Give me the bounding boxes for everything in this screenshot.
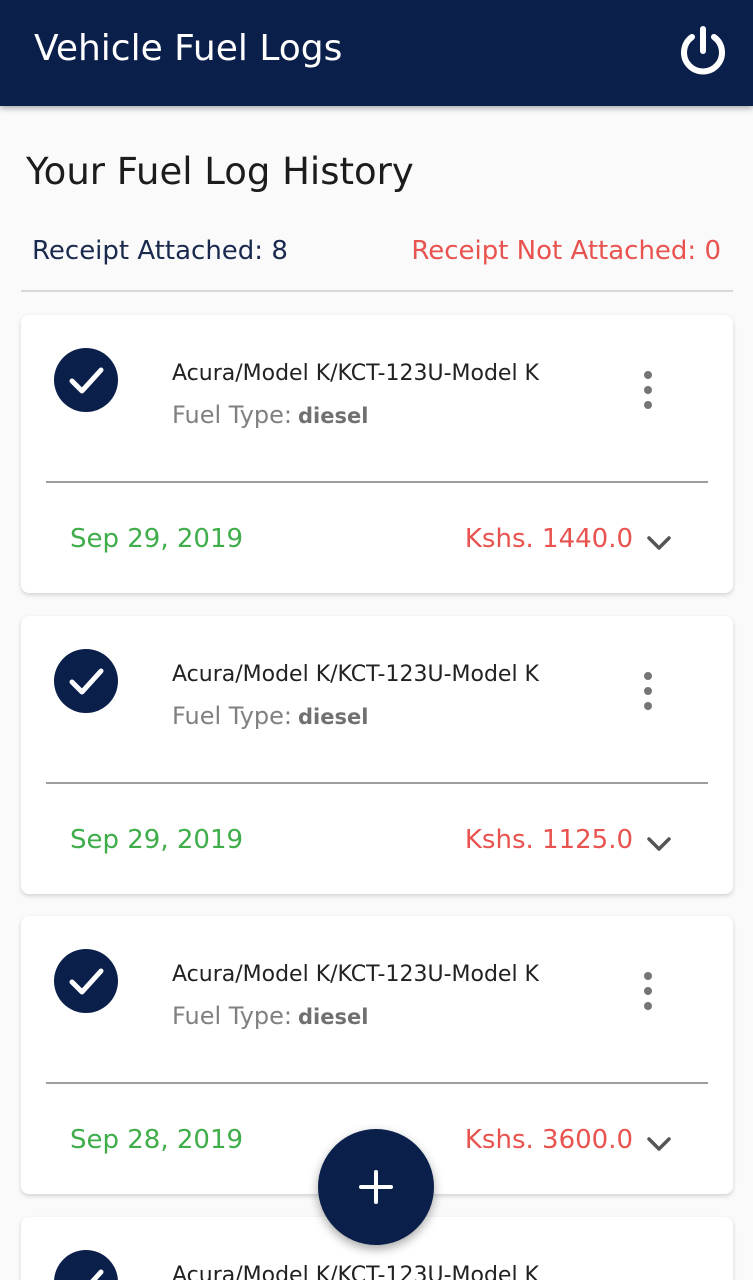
more-options-icon[interactable] <box>633 668 663 714</box>
chevron-down-icon[interactable] <box>643 527 675 559</box>
add-log-button[interactable] <box>318 1129 434 1245</box>
receipt-not-attached-count: Receipt Not Attached: 0 <box>411 236 721 266</box>
check-icon <box>54 1250 118 1280</box>
chevron-down-icon[interactable] <box>643 828 675 860</box>
fuel-type-label: Fuel Type: <box>172 1002 292 1030</box>
check-icon <box>54 949 118 1013</box>
check-icon <box>54 649 118 713</box>
card-divider <box>46 481 708 483</box>
fuel-type-label: Fuel Type: <box>172 702 292 730</box>
fuel-type-value: diesel <box>297 705 369 729</box>
vehicle-name: Acura/Model K/KCT-123U-Model K <box>172 662 539 687</box>
app-bar: Vehicle Fuel Logs <box>0 0 753 106</box>
log-date: Sep 29, 2019 <box>70 524 244 554</box>
page-title: Your Fuel Log History <box>26 150 414 193</box>
fuel-log-card[interactable]: Acura/Model K/KCT-123U-Model K Fuel Type… <box>21 315 733 593</box>
log-amount: Kshs. 1125.0 <box>464 825 633 855</box>
fuel-log-card[interactable]: Acura/Model K/KCT-123U-Model K Fuel Type… <box>21 616 733 894</box>
chevron-down-icon[interactable] <box>643 1128 675 1160</box>
card-divider <box>46 782 708 784</box>
power-icon[interactable] <box>676 24 730 78</box>
log-date: Sep 28, 2019 <box>70 1125 244 1155</box>
fuel-type-line: Fuel Type: diesel <box>172 401 368 429</box>
vehicle-name: Acura/Model K/KCT-123U-Model K <box>172 1263 539 1280</box>
log-date: Sep 29, 2019 <box>70 825 244 855</box>
summary-divider <box>21 290 733 292</box>
vehicle-name: Acura/Model K/KCT-123U-Model K <box>172 962 539 987</box>
log-amount: Kshs. 3600.0 <box>464 1125 633 1155</box>
receipt-attached-count: Receipt Attached: 8 <box>32 236 288 266</box>
fuel-type-label: Fuel Type: <box>172 401 292 429</box>
more-options-icon[interactable] <box>633 968 663 1014</box>
fuel-type-line: Fuel Type: diesel <box>172 1002 368 1030</box>
log-amount: Kshs. 1440.0 <box>464 524 633 554</box>
fuel-type-line: Fuel Type: diesel <box>172 702 368 730</box>
check-icon <box>54 348 118 412</box>
fuel-type-value: diesel <box>297 1005 369 1029</box>
more-options-icon[interactable] <box>633 367 663 413</box>
vehicle-name: Acura/Model K/KCT-123U-Model K <box>172 361 539 386</box>
app-title: Vehicle Fuel Logs <box>34 28 343 69</box>
card-divider <box>46 1082 708 1084</box>
fuel-type-value: diesel <box>297 404 369 428</box>
plus-icon <box>359 1170 393 1204</box>
